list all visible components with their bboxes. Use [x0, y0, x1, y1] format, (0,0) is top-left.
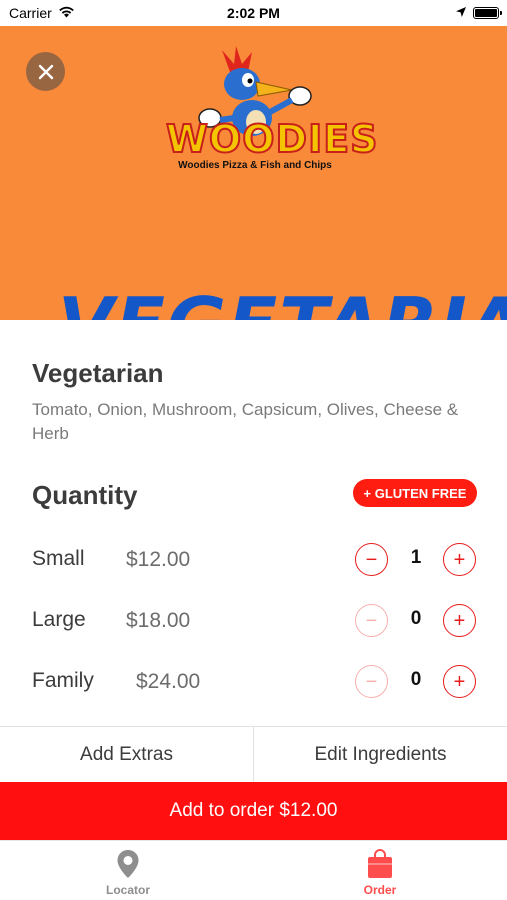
woodies-logo: WOODIES Woodies Pizza & Fish and Chips [160, 42, 379, 182]
status-time: 2:02 PM [227, 5, 280, 21]
quantity-count: 0 [410, 608, 422, 629]
item-title: Vegetarian [32, 358, 164, 388]
size-price: $24.00 [136, 670, 201, 693]
status-bar: Carrier 2:02 PM [0, 0, 507, 26]
plus-icon: + [453, 670, 466, 693]
carrier-label: Carrier [9, 5, 52, 21]
size-row-large: Large $18.00 − 0 + [0, 600, 507, 640]
plus-icon: + [453, 548, 466, 571]
status-right [455, 5, 502, 21]
close-button[interactable] [26, 52, 65, 91]
size-row-small: Small $12.00 − 1 + [0, 539, 507, 579]
decrement-button[interactable]: − [355, 604, 388, 637]
location-arrow-icon [455, 5, 467, 21]
close-icon [38, 64, 53, 79]
decrement-button[interactable]: − [355, 665, 388, 698]
hero-banner-text: VEGETARIAN [58, 288, 507, 320]
action-bar: Add Extras Edit Ingredients [0, 726, 507, 782]
size-price: $12.00 [126, 548, 191, 571]
add-to-order-button[interactable]: Add to order $12.00 [0, 782, 507, 840]
size-row-family: Family $24.00 − 0 + [0, 661, 507, 701]
tab-label: Order [363, 883, 397, 897]
edit-ingredients-button[interactable]: Edit Ingredients [253, 727, 507, 782]
battery-icon [473, 7, 502, 19]
increment-button[interactable]: + [443, 604, 476, 637]
logo-tagline: Woodies Pizza & Fish and Chips [178, 160, 332, 171]
size-name: Small [32, 547, 85, 570]
minus-icon: − [365, 609, 378, 632]
shopping-bag-icon [368, 849, 392, 878]
decrement-button[interactable]: − [355, 543, 388, 576]
wifi-icon [58, 5, 75, 21]
size-name: Family [32, 669, 94, 692]
quantity-count: 0 [410, 669, 422, 690]
map-pin-icon [117, 850, 139, 878]
minus-icon: − [365, 548, 378, 571]
hero-image: WOODIES Woodies Pizza & Fish and Chips V… [0, 26, 507, 320]
tab-order[interactable]: Order [320, 841, 440, 900]
minus-icon: − [365, 670, 378, 693]
tab-locator[interactable]: Locator [68, 841, 188, 900]
plus-icon: + [453, 609, 466, 632]
quantity-heading: Quantity [32, 480, 138, 510]
gluten-free-button[interactable]: + GLUTEN FREE [353, 479, 477, 507]
add-extras-button[interactable]: Add Extras [0, 727, 253, 782]
quantity-count: 1 [410, 547, 422, 568]
size-name: Large [32, 608, 86, 631]
increment-button[interactable]: + [443, 665, 476, 698]
item-description: Tomato, Onion, Mushroom, Capsicum, Olive… [32, 400, 459, 443]
increment-button[interactable]: + [443, 543, 476, 576]
size-price: $18.00 [126, 609, 191, 632]
tab-bar: Locator Order [0, 840, 507, 900]
tab-label: Locator [105, 883, 150, 897]
logo-wordmark: WOODIES [165, 117, 379, 161]
status-left: Carrier [9, 5, 75, 21]
